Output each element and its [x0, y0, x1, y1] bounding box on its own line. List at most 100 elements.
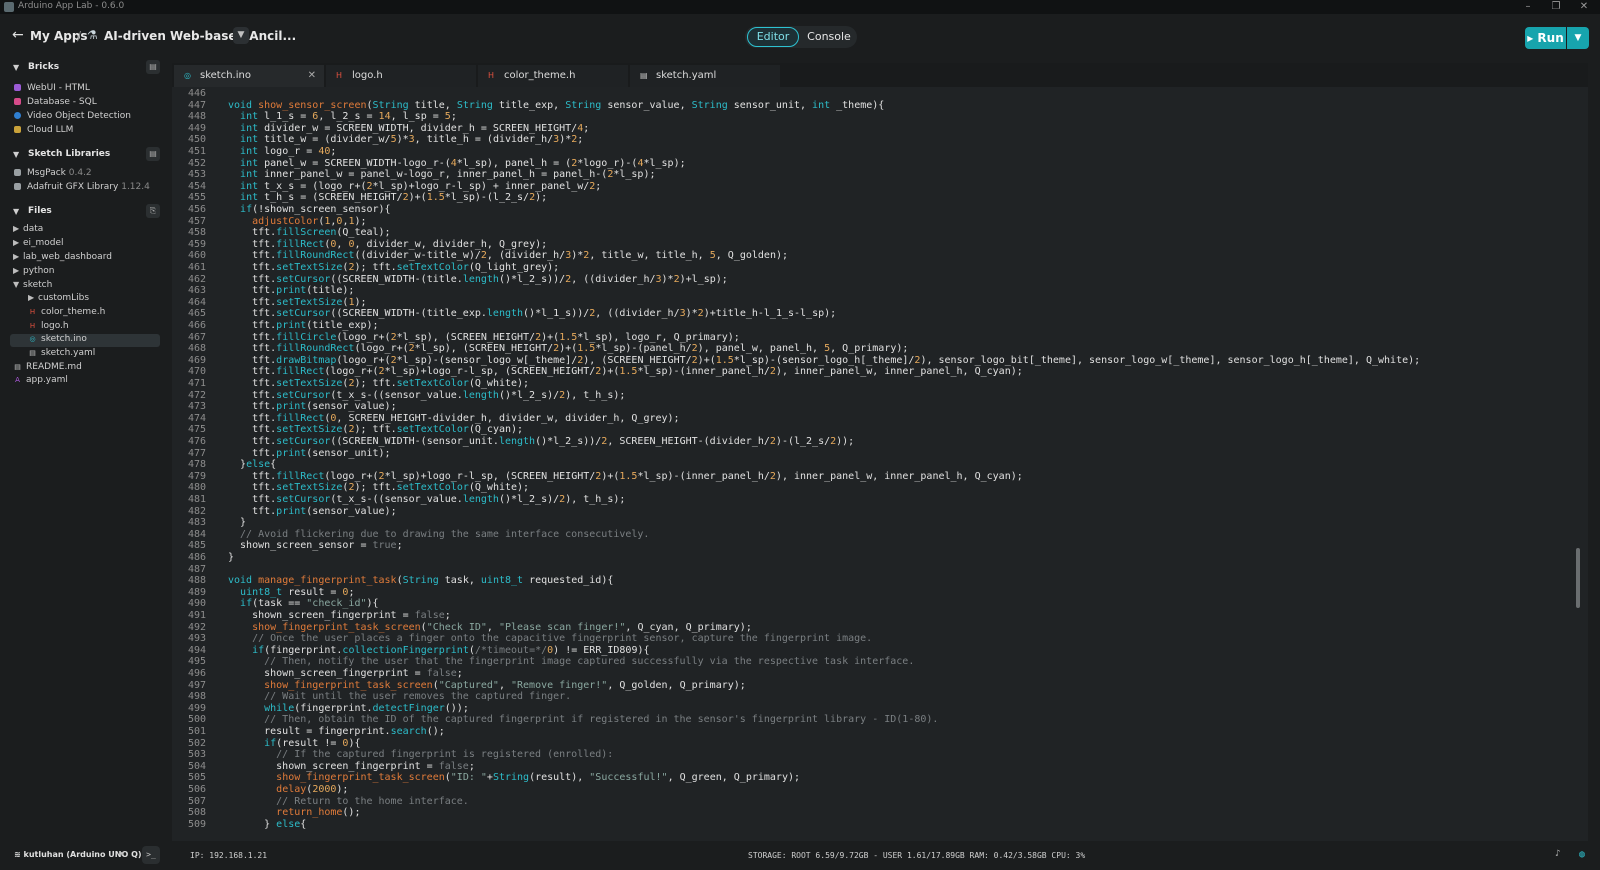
code-line[interactable]: 503 // If the captured fingerprint is re… — [172, 749, 1572, 761]
code-line[interactable]: 488 void manage_fingerprint_task(String t… — [172, 575, 1572, 587]
file-item-logo[interactable]: Hlogo.h — [28, 321, 69, 334]
code-line[interactable]: 459 tft.fillRect(0, 0, divider_w, divide… — [172, 239, 1572, 251]
code-line[interactable]: 458 tft.fillScreen(Q_teal); — [172, 227, 1572, 239]
code-line[interactable]: 501 result = fingerprint.search(); — [172, 726, 1572, 738]
files-section-header[interactable]: ▼ Files ⎘ — [0, 204, 170, 220]
folder-item-python[interactable]: ▶ python — [13, 266, 54, 279]
code-line[interactable]: 460 tft.fillRoundRect((divider_w-title_w… — [172, 250, 1572, 262]
code-line[interactable]: 494 if(fingerprint.collectionFingerprint… — [172, 645, 1572, 657]
project-dropdown-button[interactable]: ▼ — [233, 27, 249, 44]
code-line[interactable]: 464 tft.setTextSize(1); — [172, 297, 1572, 309]
maximize-icon[interactable]: ❐ — [1544, 0, 1568, 14]
code-line[interactable]: 505 show_fingerprint_task_screen("ID: "+… — [172, 772, 1572, 784]
tab-sketch-ino[interactable]: ◎ sketch.ino ✕ — [174, 65, 324, 87]
notification-bell-icon[interactable]: ♪ — [1555, 849, 1560, 859]
tab-sketch-yaml[interactable]: ▤ sketch.yaml — [630, 65, 780, 87]
file-item-app-yaml[interactable]: Aapp.yaml — [13, 375, 68, 388]
run-options-dropdown[interactable]: ▼ — [1567, 27, 1589, 49]
code-line[interactable]: 487 — [172, 564, 1572, 576]
file-item-color-theme[interactable]: Hcolor_theme.h — [28, 307, 105, 320]
code-line[interactable]: 507 // Return to the home interface. — [172, 796, 1572, 808]
code-line[interactable]: 455 int t_h_s = (SCREEN_HEIGHT/2)+(1.5*l… — [172, 192, 1572, 204]
code-line[interactable]: 467 tft.fillCircle(logo_r+(2*l_sp), (SCR… — [172, 332, 1572, 344]
folder-item-data[interactable]: ▶ data — [13, 224, 43, 237]
back-arrow-icon[interactable]: ← — [12, 28, 26, 42]
tab-logo-h[interactable]: Hlogo.h — [326, 65, 476, 87]
brick-item-database[interactable]: Database - SQL — [14, 97, 97, 110]
code-line[interactable]: 495 // Then, notify the user that the fi… — [172, 656, 1572, 668]
tab-color-theme-h[interactable]: Hcolor_theme.h — [478, 65, 628, 87]
close-window-icon[interactable]: ✕ — [1572, 0, 1596, 14]
code-line[interactable]: 450 int title_w = (divider_w/5)*3, title… — [172, 134, 1572, 146]
terminal-icon[interactable]: >_ — [142, 846, 160, 864]
code-line[interactable]: 493 // Once the user places a finger ont… — [172, 633, 1572, 645]
code-line[interactable]: 506 delay(2000); — [172, 784, 1572, 796]
close-tab-icon[interactable]: ✕ — [308, 65, 316, 87]
add-brick-button[interactable]: ▤ — [146, 60, 160, 74]
file-item-readme[interactable]: ▤ README.md — [13, 362, 82, 375]
brick-item-video-detection[interactable]: Video Object Detection — [14, 111, 131, 124]
code-line[interactable]: 482 tft.print(sensor_value); — [172, 506, 1572, 518]
folder-item-ei-model[interactable]: ▶ ei_model — [13, 238, 64, 251]
code-line[interactable]: 454 int t_x_s = (logo_r+(2*l_sp)+logo_r-… — [172, 181, 1572, 193]
code-line[interactable]: 486} — [172, 552, 1572, 564]
code-line[interactable]: 499 while(fingerprint.detectFinger()); — [172, 703, 1572, 715]
code-line[interactable]: 451 int logo_r = 40; — [172, 146, 1572, 158]
code-line[interactable]: 447 void show_sensor_screen(String title,… — [172, 100, 1572, 112]
globe-icon[interactable]: ◍ — [1579, 849, 1585, 860]
brick-item-webui[interactable]: WebUI - HTML — [14, 83, 90, 96]
code-line[interactable]: 489 uint8_t result = 0; — [172, 587, 1572, 599]
code-line[interactable]: 504 shown_screen_fingerprint = false; — [172, 761, 1572, 773]
code-line[interactable]: 492 show_fingerprint_task_screen("Check … — [172, 622, 1572, 634]
code-line[interactable]: 497 show_fingerprint_task_screen("Captur… — [172, 680, 1572, 692]
code-line[interactable]: 465 tft.setCursor((SCREEN_WIDTH-(title_e… — [172, 308, 1572, 320]
code-line[interactable]: 461 tft.setTextSize(2); tft.setTextColor… — [172, 262, 1572, 274]
code-area[interactable]: 446 447 void show_sensor_screen(String tit… — [172, 87, 1588, 841]
code-line[interactable]: 480 tft.setTextSize(2); tft.setTextColor… — [172, 482, 1572, 494]
folder-item-lab-web-dashboard[interactable]: ▶ lab_web_dashboard — [13, 252, 112, 265]
code-line[interactable]: 496 shown_screen_fingerprint = false; — [172, 668, 1572, 680]
code-line[interactable]: 498 // Wait until the user removes the c… — [172, 691, 1572, 703]
editor-scrollbar[interactable] — [1576, 548, 1580, 608]
code-line[interactable]: 502 if(result != 0){ — [172, 738, 1572, 750]
code-line[interactable]: 508 return_home(); — [172, 807, 1572, 819]
code-line[interactable]: 466 tft.print(title_exp); — [172, 320, 1572, 332]
code-line[interactable]: 509 } else{ — [172, 819, 1572, 831]
file-item-sketch-ino[interactable]: ◎ sketch.ino — [10, 334, 160, 347]
code-line[interactable]: 483 } — [172, 517, 1572, 529]
code-line[interactable]: 472 tft.setCursor(t_x_s-((sensor_value.l… — [172, 390, 1572, 402]
code-line[interactable]: 463 tft.print(title); — [172, 285, 1572, 297]
editor-view-button[interactable]: Editor — [747, 27, 799, 47]
board-dropdown-icon[interactable]: ▼ — [120, 850, 124, 858]
file-item-sketch-yaml[interactable]: ▤ sketch.yaml — [28, 348, 95, 361]
code-line[interactable]: 484 // Avoid flickering due to drawing t… — [172, 529, 1572, 541]
code-line[interactable]: 452 int panel_w = SCREEN_WIDTH-logo_r-(4… — [172, 158, 1572, 170]
code-line[interactable]: 477 tft.print(sensor_unit); — [172, 448, 1572, 460]
code-line[interactable]: 476 tft.setCursor((SCREEN_WIDTH-(sensor_… — [172, 436, 1572, 448]
code-line[interactable]: 470 tft.fillRect(logo_r+(2*l_sp)+logo_r-… — [172, 366, 1572, 378]
code-line[interactable]: 473 tft.print(sensor_value); — [172, 401, 1572, 413]
libraries-section-header[interactable]: ▼ Sketch Libraries ▤ — [0, 147, 170, 163]
new-file-button[interactable]: ⎘ — [146, 204, 160, 218]
console-view-button[interactable]: Console — [805, 28, 853, 46]
code-line[interactable]: 448 int l_1_s = 6, l_2_s = 14, l_sp = 5; — [172, 111, 1572, 123]
folder-item-customlibs[interactable]: ▶ customLibs — [28, 293, 89, 306]
code-line[interactable]: 474 tft.fillRect(0, SCREEN_HEIGHT-divide… — [172, 413, 1572, 425]
breadcrumb-project[interactable]: AI-driven Web-based Ancil... — [104, 29, 296, 43]
code-line[interactable]: 449 int divider_w = SCREEN_WIDTH, divide… — [172, 123, 1572, 135]
library-item-msgpack[interactable]: MsgPack 0.4.2 — [14, 168, 92, 181]
code-line[interactable]: 479 tft.fillRect(logo_r+(2*l_sp)+logo_r-… — [172, 471, 1572, 483]
code-line[interactable]: 500 // Then, obtain the ID of the captur… — [172, 714, 1572, 726]
code-line[interactable]: 491 shown_screen_fingerprint = false; — [172, 610, 1572, 622]
code-line[interactable]: 485 shown_screen_sensor = true; — [172, 540, 1572, 552]
code-line[interactable]: 446 — [172, 88, 1572, 100]
code-line[interactable]: 490 if(task == "check_id"){ — [172, 598, 1572, 610]
code-line[interactable]: 457 adjustColor(1,0,1); — [172, 216, 1572, 228]
minimize-icon[interactable]: – — [1516, 0, 1540, 14]
library-item-adafruit-gfx[interactable]: Adafruit GFX Library 1.12.4 — [14, 182, 150, 195]
code-line[interactable]: 481 tft.setCursor(t_x_s-((sensor_value.l… — [172, 494, 1572, 506]
brick-item-cloud-llm[interactable]: Cloud LLM — [14, 125, 73, 138]
run-button[interactable]: ▸ Run — [1525, 27, 1566, 49]
folder-item-sketch[interactable]: ▼ sketch — [13, 280, 52, 293]
code-line[interactable]: 462 tft.setCursor((SCREEN_WIDTH-(title.l… — [172, 274, 1572, 286]
